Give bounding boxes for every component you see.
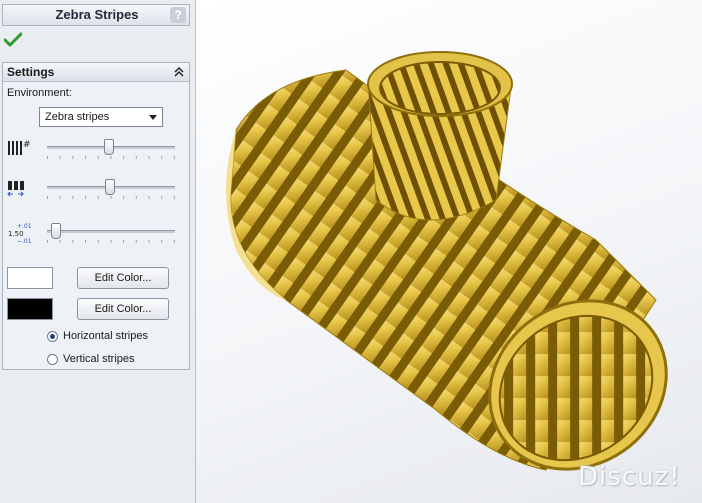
slider-track — [47, 230, 175, 233]
panel-title: Zebra Stripes — [55, 7, 139, 22]
stripe-width-icon — [7, 181, 24, 197]
pipe-tee-model — [226, 51, 668, 471]
horizontal-stripes-label: Horizontal stripes — [63, 330, 148, 342]
precision-slider[interactable] — [47, 223, 175, 245]
collapse-chevron-icon[interactable] — [172, 65, 186, 79]
branch-opening — [379, 61, 501, 115]
stripe-count-icon: # — [8, 140, 31, 155]
precision-icon: +.01 1.50 −.01 — [8, 223, 32, 245]
property-manager-panel: Zebra Stripes ? Settings Environment: Ze… — [0, 0, 196, 503]
edit-color-2-button[interactable]: Edit Color... — [77, 298, 169, 320]
color-2-swatch — [7, 298, 53, 320]
color-1-swatch — [7, 267, 53, 289]
environment-label: Environment: — [7, 87, 72, 99]
slider-thumb[interactable] — [105, 179, 115, 195]
svg-text:1.50: 1.50 — [8, 230, 24, 238]
slider-ticks — [47, 196, 175, 199]
edit-color-1-button[interactable]: Edit Color... — [77, 267, 169, 289]
horizontal-stripes-radio[interactable] — [47, 331, 58, 342]
settings-group: Settings Environment: Zebra stripes # +.… — [2, 62, 190, 370]
svg-text:−.01: −.01 — [17, 238, 32, 245]
settings-header[interactable]: Settings — [3, 63, 189, 82]
vertical-stripes-label: Vertical stripes — [63, 353, 135, 365]
slider-thumb[interactable] — [51, 223, 61, 239]
panel-title-bar: Zebra Stripes ? — [2, 4, 190, 26]
settings-title: Settings — [7, 65, 55, 79]
help-button[interactable]: ? — [170, 7, 186, 23]
ok-checkmark-icon[interactable] — [4, 32, 22, 48]
slider-thumb[interactable] — [104, 139, 114, 155]
svg-text:#: # — [23, 140, 31, 150]
dropdown-arrow-icon — [149, 115, 157, 120]
graphics-viewport[interactable]: Discuz! — [196, 0, 702, 503]
environment-select[interactable]: Zebra stripes — [39, 107, 163, 127]
watermark: Discuz! — [578, 462, 681, 492]
svg-text:+.01: +.01 — [17, 223, 32, 230]
stripe-count-slider[interactable] — [47, 139, 175, 161]
stripe-width-slider[interactable] — [47, 179, 175, 201]
slider-ticks — [47, 240, 175, 243]
slider-ticks — [47, 156, 175, 159]
environment-select-value: Zebra stripes — [45, 111, 110, 123]
vertical-stripes-radio[interactable] — [47, 354, 58, 365]
